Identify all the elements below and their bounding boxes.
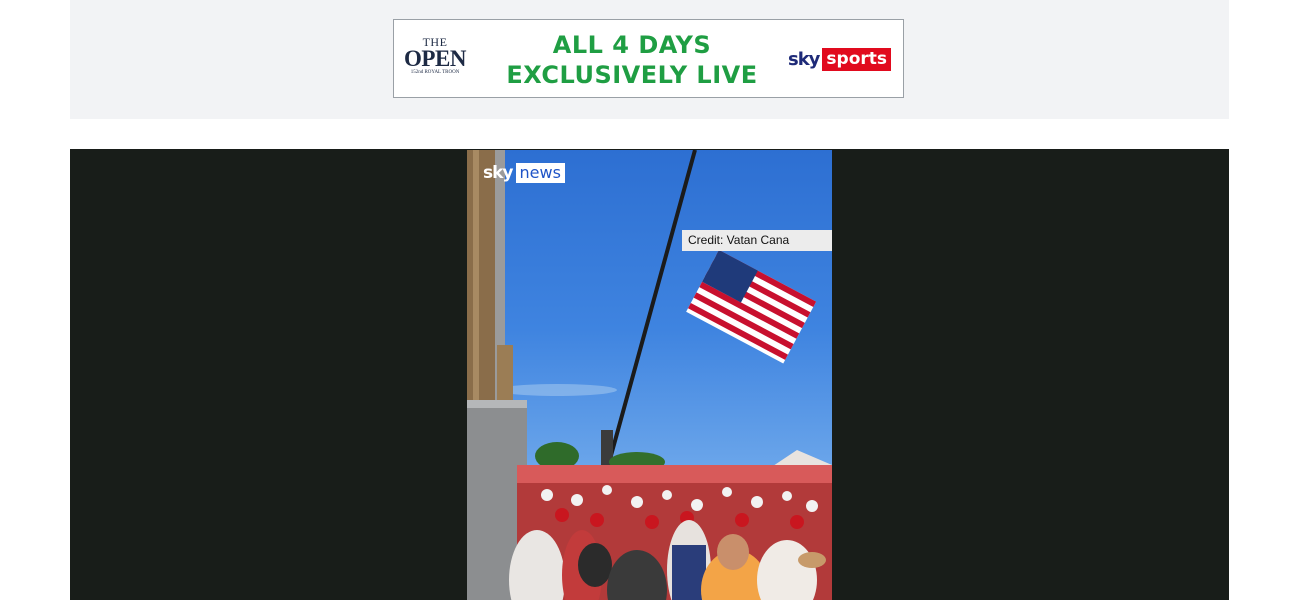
advertisement-band: THE OPEN 152nd ROYAL TROON ALL 4 DAYS EX… xyxy=(70,0,1229,119)
open-logo-open: OPEN xyxy=(404,46,466,71)
ad-banner[interactable]: THE OPEN 152nd ROYAL TROON ALL 4 DAYS EX… xyxy=(393,19,904,98)
ad-headline-line2: EXCLUSIVELY LIVE xyxy=(506,61,758,89)
ad-headline-line1: ALL 4 DAYS xyxy=(552,31,712,59)
the-open-logo: THE OPEN 152nd ROYAL TROON xyxy=(398,36,472,80)
sky-sports-logo: sky sports xyxy=(788,48,892,71)
video-still-image xyxy=(467,150,832,600)
sky-news-logo: sky news xyxy=(483,163,565,183)
sky-sports-logo-sky: sky xyxy=(788,49,820,70)
sky-news-logo-news: news xyxy=(515,163,565,183)
sky-news-logo-sky: sky xyxy=(483,163,513,183)
image-credit-label: Credit: Vatan Cana xyxy=(682,230,832,251)
sky-sports-logo-sports: sports xyxy=(822,48,892,71)
ad-headline: ALL 4 DAYS EXCLUSIVELY LIVE xyxy=(482,30,782,90)
video-player[interactable]: sky news Credit: Vatan Cana xyxy=(70,149,1229,600)
video-frame[interactable]: sky news Credit: Vatan Cana xyxy=(467,150,832,600)
